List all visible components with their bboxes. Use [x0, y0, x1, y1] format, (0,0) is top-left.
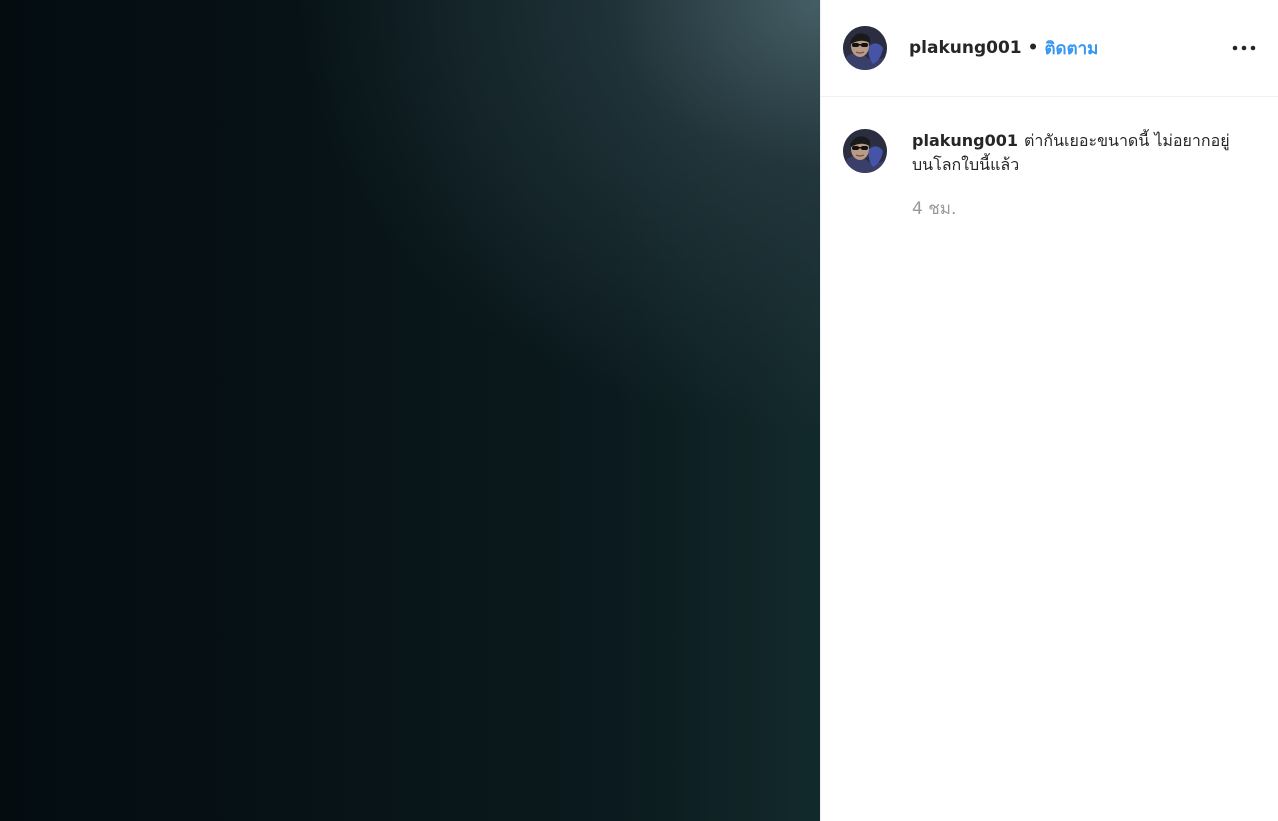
post-sidebar: plakung001 • ติดตาม plakung001 ต่ากันเยอ…	[820, 0, 1278, 821]
caption-body: plakung001 ต่ากันเยอะขนาดนี้ ไม่อยากอยู่บ…	[912, 129, 1242, 221]
post-image[interactable]	[0, 0, 820, 821]
post-page: plakung001 • ติดตาม plakung001 ต่ากันเยอ…	[0, 0, 1278, 821]
avatar[interactable]	[843, 26, 887, 70]
caption-text-line: plakung001 ต่ากันเยอะขนาดนี้ ไม่อยากอยู่บ…	[912, 129, 1242, 177]
separator-dot: •	[1027, 38, 1039, 58]
caption-avatar[interactable]	[843, 129, 887, 173]
post-timestamp[interactable]: 4 ชม.	[912, 197, 1242, 221]
profile-photo-icon	[843, 129, 887, 173]
more-options-button[interactable]	[1230, 34, 1258, 62]
follow-button[interactable]: ติดตาม	[1045, 35, 1099, 62]
header-user-line: plakung001 • ติดตาม	[909, 35, 1098, 62]
header-username[interactable]: plakung001	[909, 38, 1022, 58]
caption-comment: plakung001 ต่ากันเยอะขนาดนี้ ไม่อยากอยู่บ…	[821, 97, 1278, 221]
more-options-icon	[1232, 45, 1256, 51]
profile-photo-icon	[843, 26, 887, 70]
post-header: plakung001 • ติดตาม	[821, 0, 1278, 97]
caption-username[interactable]: plakung001	[912, 131, 1018, 150]
